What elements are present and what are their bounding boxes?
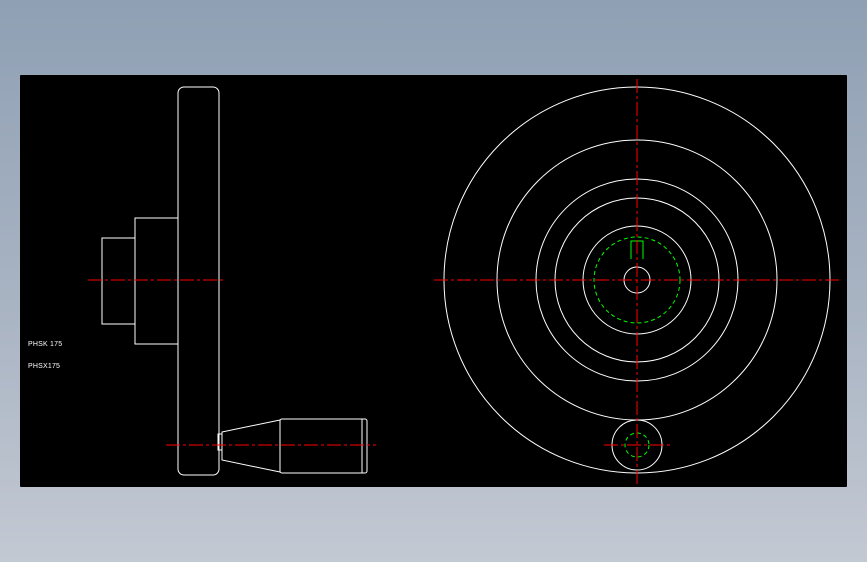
part-label-2: PHSX175: [28, 363, 61, 370]
side-view: [101, 86, 368, 476]
hub-large: [134, 217, 179, 345]
handwheel-drawing: [88, 79, 840, 485]
hub-small: [101, 237, 136, 325]
cad-viewport[interactable]: PHSK 175 PHSX175: [20, 75, 847, 487]
side-centerlines: [88, 279, 376, 446]
wheel-rim-side: [177, 86, 220, 476]
handle-side: [217, 418, 368, 474]
part-label-1: PHSK 175: [28, 341, 63, 348]
